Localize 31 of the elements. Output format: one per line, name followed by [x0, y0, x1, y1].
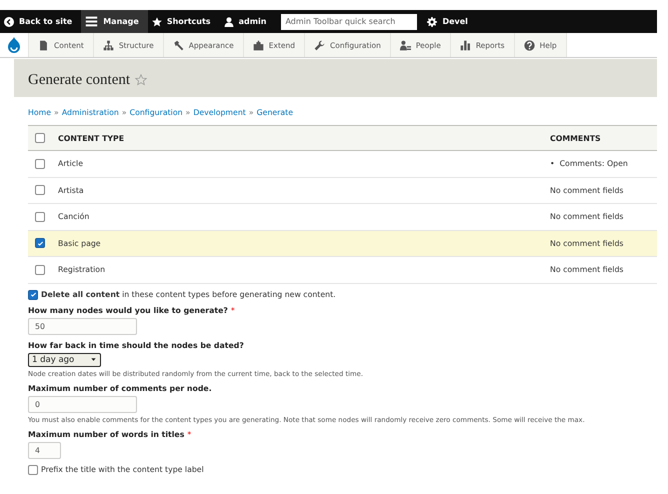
checkbox[interactable] [28, 290, 38, 300]
dropdown[interactable]: 1 day ago [28, 352, 101, 366]
checkmark-icon [36, 240, 44, 247]
search-field[interactable]: Admin Toolbar quick search [281, 14, 418, 30]
people-icon [400, 40, 411, 50]
checkbox[interactable] [35, 264, 45, 275]
hierarchy-icon [102, 40, 114, 50]
checkbox[interactable] [35, 133, 45, 143]
drop-logo-icon [6, 36, 22, 54]
star-outline-icon [135, 74, 148, 86]
toolbar-tab[interactable]: admin [220, 10, 276, 33]
dropdown-caret-icon [90, 356, 97, 363]
checkmark-icon [30, 291, 36, 298]
gear-icon [427, 16, 438, 26]
checkbox[interactable] [28, 464, 38, 474]
toolbar-tab[interactable]: Devel [423, 10, 477, 33]
document-icon [38, 40, 49, 50]
user-icon [224, 16, 234, 26]
wrench-icon [314, 40, 326, 50]
toolbar-tab[interactable]: Back to site [0, 10, 82, 33]
help-icon [524, 40, 535, 50]
toolbar-tab[interactable]: Shortcuts [148, 10, 220, 33]
checkbox[interactable] [35, 158, 45, 169]
bar-chart-icon [460, 40, 471, 50]
menu-icon [85, 15, 98, 28]
checkbox[interactable] [35, 185, 45, 196]
page-title: Generate content [28, 72, 130, 88]
checkbox[interactable] [35, 212, 45, 222]
checkbox[interactable] [35, 238, 45, 248]
star-icon [152, 16, 162, 26]
toolbar-tab[interactable]: Manage [81, 10, 148, 33]
